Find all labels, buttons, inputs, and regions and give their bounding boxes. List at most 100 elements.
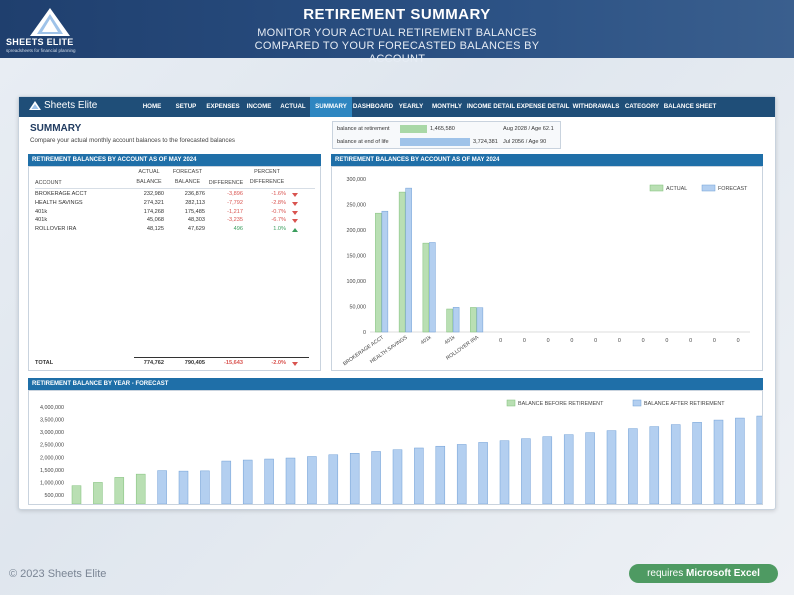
bar-before-retirement — [93, 482, 103, 505]
y-tick-label: 1,500,000 — [40, 468, 64, 474]
cell-pct: -2.8% — [271, 199, 286, 206]
cell-account: TOTAL — [35, 360, 54, 366]
nav-item-actual[interactable]: ACTUAL — [276, 97, 310, 117]
cell-account: HEALTH SAVINGS — [35, 199, 83, 206]
balance-at-end-of-life-row: balance at end of life 3,724,381 Jul 205… — [333, 136, 562, 149]
requires-excel-badge: requires Microsoft Excel — [629, 564, 778, 583]
y-tick-label: 2,500,000 — [40, 443, 64, 449]
balance-at-retirement-date: Aug 2028 / Age 62.1 — [503, 126, 554, 132]
arrow-down-icon — [292, 219, 298, 224]
cell-forecast: 48,303 — [187, 217, 205, 224]
y-tick-label: 300,000 — [347, 177, 367, 183]
nav-item-income-detail[interactable]: INCOME DETAIL — [466, 97, 516, 117]
y-tick-label: 200,000 — [347, 228, 367, 234]
bar-forecast — [452, 307, 460, 333]
cell-actual: 45,068 — [146, 217, 164, 224]
bar-after-retirement — [692, 422, 702, 505]
x-tick-label: 0 — [713, 338, 716, 344]
col-percent-l2: DIFFERENCE — [249, 179, 285, 185]
x-tick-label: 0 — [618, 338, 621, 344]
x-tick-label: 0 — [499, 338, 502, 344]
cell-forecast: 790,405 — [184, 360, 205, 366]
page-subtitle: MONITOR YOUR ACTUAL RETIREMENT BALANCES … — [254, 27, 540, 65]
nav-bar: Sheets Elite HOME SETUP EXPENSES INCOME ACTU… — [19, 97, 775, 117]
legend-label: ACTUAL — [666, 186, 687, 192]
balance-end-of-life-label: balance at end of life — [337, 139, 389, 145]
header-banner: SHEETS ELITE spreadsheets for financial … — [0, 0, 794, 65]
balance-at-retirement-label: balance at retirement — [337, 126, 390, 132]
bar-forecast — [381, 210, 389, 333]
arrow-down-icon — [292, 362, 298, 366]
cell-forecast: 236,876 — [184, 191, 205, 197]
x-tick-label: 0 — [665, 338, 668, 344]
cell-forecast: 282,113 — [185, 199, 205, 206]
y-tick-label: 500,000 — [45, 493, 65, 499]
arrow-down-icon — [292, 201, 298, 206]
nav-item-balance-sheet[interactable]: BALANCE SHEET — [662, 97, 718, 117]
balance-at-retirement-bar — [400, 125, 427, 133]
summary-description: Compare your actual monthly account bala… — [30, 137, 235, 144]
balances-table: ACCOUNT ACTUAL BALANCE FORECAST BALANCE … — [28, 166, 321, 371]
copyright: © 2023 Sheets Elite — [9, 568, 107, 580]
y-tick-label: 4,000,000 — [40, 405, 64, 411]
y-tick-label: 150,000 — [347, 254, 367, 260]
yearly-chart-header: RETIREMENT BALANCE BY YEAR - FORECAST — [28, 378, 763, 390]
nav-item-expense-detail[interactable]: EXPENSE DETAIL — [516, 97, 570, 117]
balance-at-retirement-value: 1,465,580 — [430, 126, 455, 132]
nav-item-yearly[interactable]: YEARLY — [394, 97, 428, 117]
account-chart-header: RETIREMENT BALANCES BY ACCOUNT AS OF MAY… — [331, 154, 763, 166]
cell-account: BROKERAGE ACCT — [35, 191, 87, 197]
logo-tagline: spreadsheets for financial planning — [6, 48, 76, 53]
bar-after-retirement — [628, 428, 638, 505]
cell-diff: 496 — [233, 226, 243, 233]
bar-after-retirement — [221, 460, 232, 505]
x-tick-label: 0 — [642, 338, 645, 344]
bar-forecast — [476, 307, 484, 333]
y-tick-label: 3,500,000 — [40, 418, 64, 424]
header-divider — [35, 188, 315, 189]
nav-item-income[interactable]: INCOME — [242, 97, 276, 117]
legend-swatch — [649, 184, 664, 192]
x-tick-label: 0 — [737, 338, 740, 344]
bar-after-retirement — [349, 453, 360, 505]
nav-item-monthly[interactable]: MONTHLY — [428, 97, 466, 117]
arrow-up-icon — [292, 228, 298, 233]
bar-after-retirement — [414, 447, 424, 505]
x-tick-label: 0 — [594, 338, 597, 344]
yearly-bar-chart-svg: 4,000,000 3,500,000 3,000,000 2,500,000 2,00… — [40, 399, 767, 505]
x-tick-label: 0 — [547, 338, 550, 344]
y-tick-label: 1,000,000 — [40, 480, 64, 486]
bar-actual — [422, 242, 430, 333]
summary-title: SUMMARY — [30, 123, 82, 134]
cell-pct: -0.7% — [271, 208, 286, 215]
x-tick-label: 0 — [570, 338, 573, 344]
nav-item-category[interactable]: CATEGORY — [622, 97, 662, 117]
bar-after-retirement — [200, 470, 210, 505]
cell-diff: -15,643 — [224, 360, 243, 366]
arrow-down-icon — [292, 210, 298, 215]
col-forecast-l2: BALANCE — [174, 179, 201, 185]
nav-item-summary[interactable]: SUMMARY — [310, 97, 352, 117]
x-tick-label: 401k — [420, 334, 433, 346]
bar-after-retirement — [649, 426, 660, 505]
bar-actual — [470, 307, 477, 333]
bar-after-retirement — [606, 430, 617, 505]
x-tick-label: 0 — [523, 338, 526, 344]
mountain-icon — [29, 101, 41, 110]
col-difference: DIFFERENCE — [208, 180, 244, 186]
nav-item-withdrawals[interactable]: WITHDRAWALS — [570, 97, 622, 117]
bar-after-retirement — [670, 424, 681, 505]
cell-diff: -7,792 — [227, 199, 243, 206]
nav-item-home[interactable]: HOME — [136, 97, 168, 117]
bar-after-retirement — [563, 434, 574, 505]
nav-item-dashboard[interactable]: DASHBOARD — [352, 97, 394, 117]
retirement-balance-box: balance at retirement 1,465,580 Aug 2028… — [332, 121, 561, 149]
nav-item-expenses[interactable]: EXPENSES — [204, 97, 242, 117]
bar-after-retirement — [521, 438, 531, 505]
cell-forecast: 47,629 — [187, 226, 205, 233]
cell-diff: -3,896 — [227, 191, 243, 197]
col-actual-l1: ACTUAL — [138, 169, 160, 175]
x-tick-label: 0 — [689, 338, 692, 344]
nav-item-setup[interactable]: SETUP — [168, 97, 204, 117]
y-tick-label: 50,000 — [350, 305, 367, 311]
